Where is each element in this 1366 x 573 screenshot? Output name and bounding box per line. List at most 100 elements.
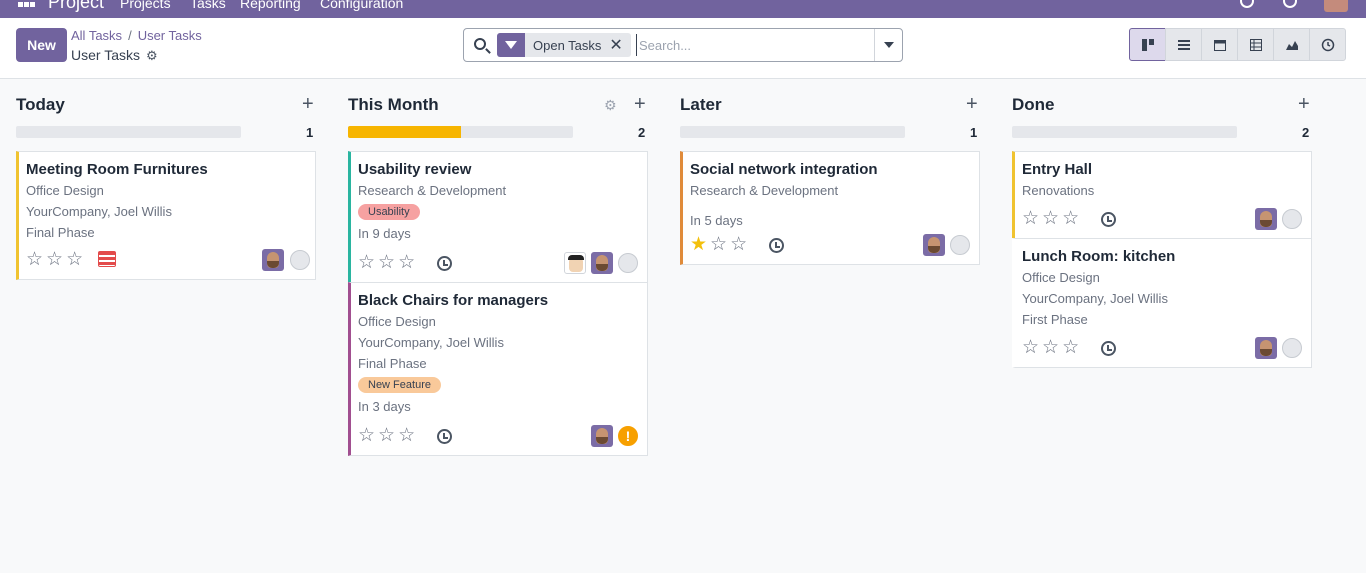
pivot-view-button[interactable] <box>1237 28 1274 61</box>
status-dot[interactable] <box>950 235 970 255</box>
priority-stars[interactable]: ☆☆☆ <box>26 250 86 270</box>
card-stage: First Phase <box>1022 312 1088 327</box>
breadcrumb-all-tasks[interactable]: All Tasks <box>71 28 122 43</box>
priority-stars[interactable]: ★☆☆ <box>690 235 750 255</box>
add-card-icon[interactable]: + <box>966 93 978 116</box>
add-card-icon[interactable]: + <box>634 93 646 116</box>
gear-icon[interactable]: ⚙ <box>604 97 617 114</box>
status-dot[interactable] <box>1282 338 1302 358</box>
column-progressbar[interactable] <box>1012 126 1237 138</box>
kanban-card[interactable]: Meeting Room Furnitures Office Design Yo… <box>16 151 316 280</box>
activity-view-button[interactable] <box>1309 28 1346 61</box>
column-count: 1 <box>306 125 314 140</box>
activity-icon <box>1321 38 1334 51</box>
kanban-card[interactable]: Entry Hall Renovations ☆☆☆ <box>1012 151 1312 239</box>
card-title: Entry Hall <box>1022 161 1093 178</box>
search-options-toggle[interactable] <box>874 29 902 61</box>
menu-projects[interactable]: Projects <box>120 0 171 11</box>
card-title: Social network integration <box>690 161 878 178</box>
column-progressbar[interactable] <box>348 126 573 138</box>
app-brand[interactable]: Project <box>48 0 104 13</box>
kanban-board: Today + 1 Meeting Room Furnitures Office… <box>0 79 1366 573</box>
clock-icon[interactable] <box>1101 212 1116 227</box>
priority-stars[interactable]: ☆☆☆ <box>358 253 418 273</box>
card-deadline: In 5 days <box>690 213 743 228</box>
close-icon[interactable]: ✕ <box>609 35 630 55</box>
kanban-card[interactable]: Social network integration Research & De… <box>680 151 980 265</box>
gear-icon[interactable]: ⚙ <box>146 48 158 64</box>
card-title: Lunch Room: kitchen <box>1022 248 1176 265</box>
column-title[interactable]: Today <box>16 95 65 115</box>
clock-icon[interactable] <box>1283 0 1297 8</box>
assignee-avatar[interactable] <box>1255 208 1277 230</box>
assignee-avatar[interactable] <box>591 425 613 447</box>
card-title: Black Chairs for managers <box>358 292 549 309</box>
status-dot[interactable] <box>618 253 638 273</box>
kanban-view-button[interactable] <box>1129 28 1166 61</box>
apps-menu-icon[interactable] <box>18 0 36 8</box>
card-tag: New Feature <box>358 377 441 393</box>
card-project: Office Design <box>358 314 436 329</box>
kanban-card[interactable]: Lunch Room: kitchen Office Design YourCo… <box>1012 238 1312 368</box>
column-progressbar[interactable] <box>680 126 905 138</box>
calendar-view-button[interactable] <box>1201 28 1238 61</box>
assignee-avatar[interactable] <box>564 252 586 274</box>
card-customer: YourCompany, Joel Willis <box>1022 291 1168 306</box>
search-bar: Open Tasks ✕ <box>463 28 903 62</box>
assignee-avatar[interactable] <box>591 252 613 274</box>
card-tag: Usability <box>358 204 420 220</box>
column-title[interactable]: Later <box>680 95 722 115</box>
card-project: Office Design <box>26 183 104 198</box>
activity-overdue-icon[interactable] <box>98 251 116 267</box>
warning-icon[interactable]: ! <box>618 426 638 446</box>
assignee-avatar[interactable] <box>262 249 284 271</box>
user-avatar[interactable] <box>1324 0 1348 12</box>
add-card-icon[interactable]: + <box>302 93 314 116</box>
kanban-card[interactable]: Usability review Research & Development … <box>348 151 648 283</box>
filter-facet: Open Tasks ✕ <box>497 33 631 57</box>
column-title[interactable]: Done <box>1012 95 1055 115</box>
status-dot[interactable] <box>1282 209 1302 229</box>
column-title[interactable]: This Month <box>348 95 439 115</box>
assignee-avatar[interactable] <box>923 234 945 256</box>
top-navbar: Project Projects Tasks Reporting Configu… <box>0 0 1366 18</box>
clock-icon[interactable] <box>437 256 452 271</box>
priority-stars[interactable]: ☆☆☆ <box>1022 209 1082 229</box>
calendar-icon <box>1213 39 1226 51</box>
view-switcher <box>1129 28 1346 61</box>
caret-down-icon <box>883 42 894 48</box>
list-view-button[interactable] <box>1165 28 1202 61</box>
card-project: Research & Development <box>358 183 507 198</box>
card-title: Usability review <box>358 161 472 178</box>
new-button[interactable]: New <box>16 28 67 62</box>
card-project: Renovations <box>1022 183 1095 198</box>
clock-icon[interactable] <box>437 429 452 444</box>
breadcrumb-user-tasks[interactable]: User Tasks <box>138 28 202 43</box>
priority-stars[interactable]: ☆☆☆ <box>1022 338 1082 358</box>
list-icon <box>1177 39 1190 50</box>
kanban-card[interactable]: Black Chairs for managers Office Design … <box>348 282 648 456</box>
menu-reporting[interactable]: Reporting <box>240 0 301 11</box>
card-deadline: In 3 days <box>358 399 411 414</box>
priority-stars[interactable]: ☆☆☆ <box>358 426 418 446</box>
clock-icon[interactable] <box>1101 341 1116 356</box>
card-customer: YourCompany, Joel Willis <box>358 335 504 350</box>
control-panel: New All Tasks / User Tasks User Tasks ⚙ Ope… <box>0 18 1366 79</box>
search-input[interactable] <box>636 34 866 56</box>
graph-view-button[interactable] <box>1273 28 1310 61</box>
column-count: 1 <box>970 125 978 140</box>
card-customer: YourCompany, Joel Willis <box>26 204 172 219</box>
add-card-icon[interactable]: + <box>1298 93 1310 116</box>
menu-configuration[interactable]: Configuration <box>320 0 403 11</box>
kanban-icon <box>1141 38 1154 51</box>
clock-icon[interactable] <box>769 238 784 253</box>
card-project: Office Design <box>1022 270 1100 285</box>
menu-tasks[interactable]: Tasks <box>190 0 226 11</box>
assignee-avatar[interactable] <box>1255 337 1277 359</box>
column-progressbar[interactable] <box>16 126 241 138</box>
card-project: Research & Development <box>690 183 839 198</box>
filter-icon <box>497 33 525 57</box>
status-dot[interactable] <box>290 250 310 270</box>
search-icon[interactable] <box>1240 0 1254 8</box>
page-title-text: User Tasks <box>71 47 140 63</box>
